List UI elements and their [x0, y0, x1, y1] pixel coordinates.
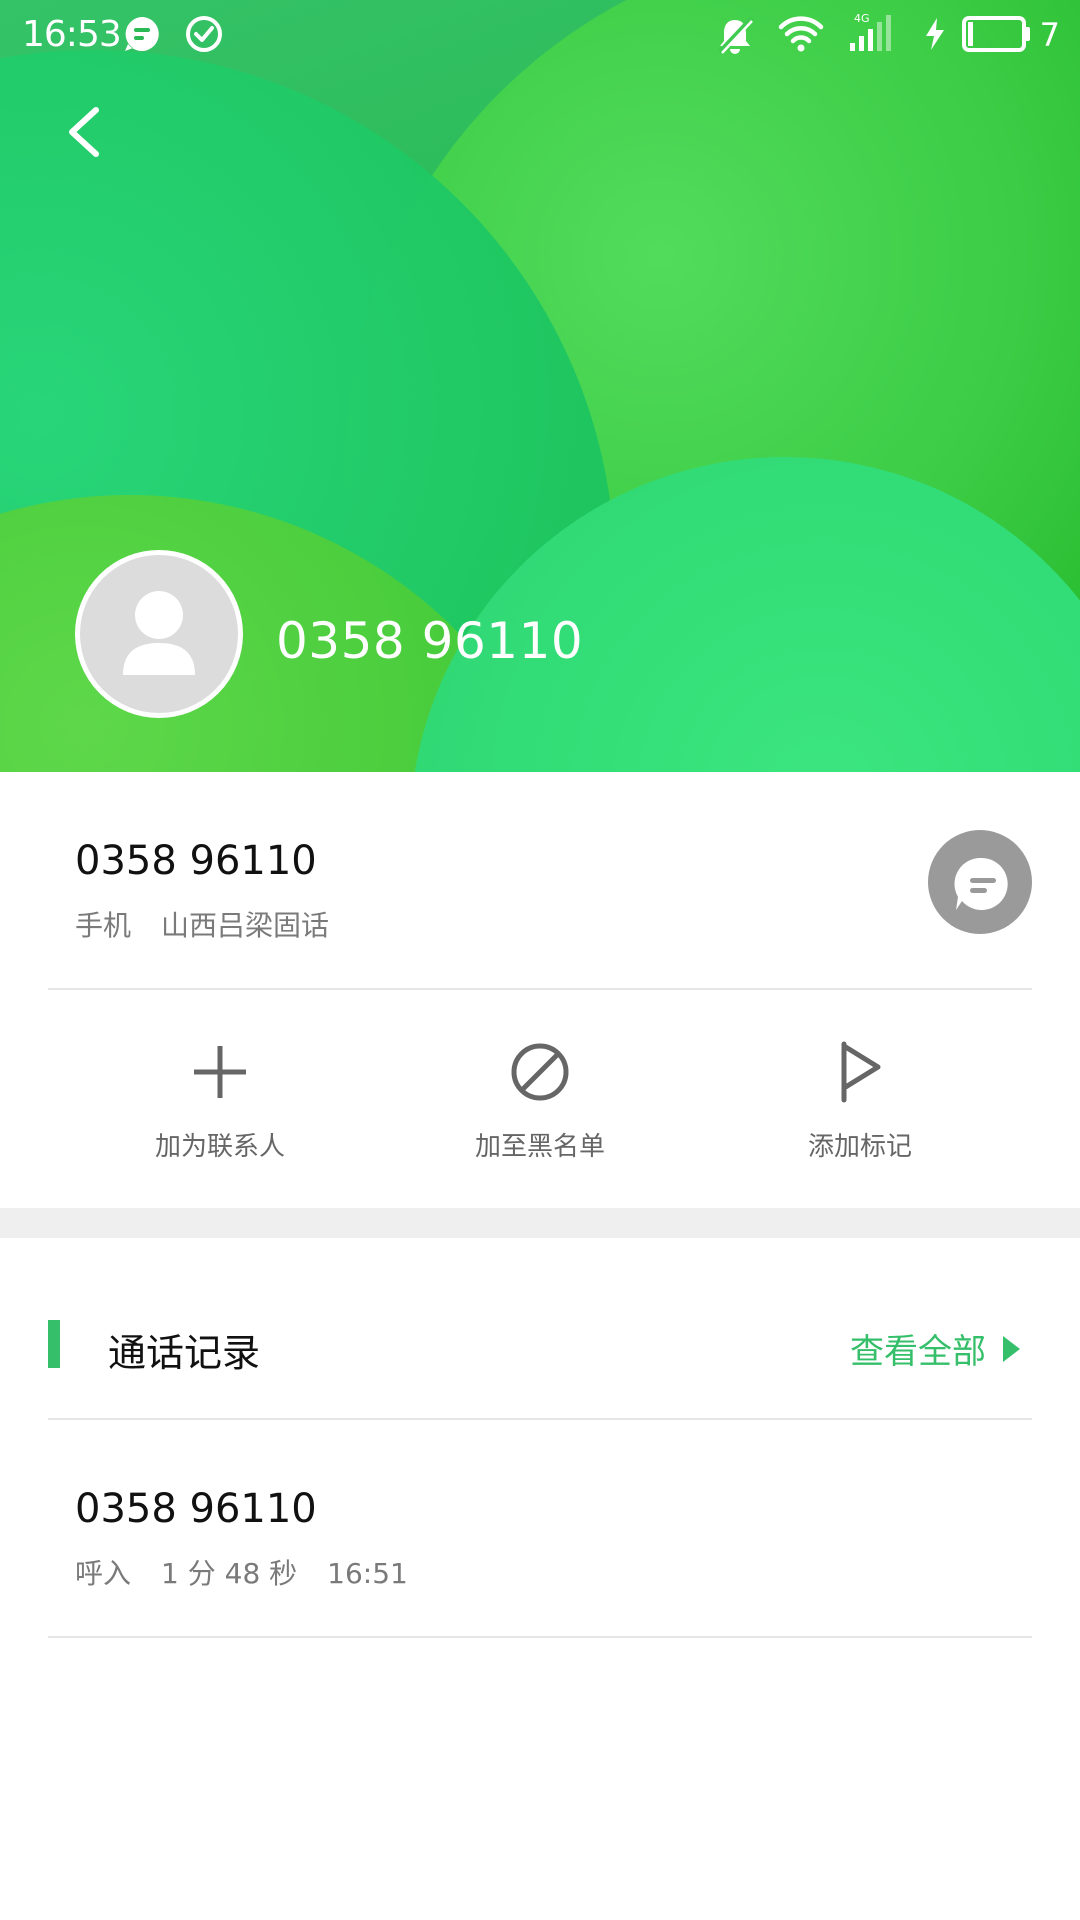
- view-all-link[interactable]: 查看全部: [850, 1324, 1022, 1373]
- check-circle-icon: [184, 14, 224, 58]
- status-bar: 16:53 4G 7: [0, 0, 1080, 72]
- contact-number-title: 0358 96110: [276, 612, 584, 670]
- call-duration: 1 分 48 秒: [161, 1557, 298, 1590]
- charging-icon: [922, 16, 948, 56]
- contact-header: 16:53 4G 7 0358 96110: [0, 0, 1080, 772]
- triangle-right-icon: [1003, 1335, 1020, 1362]
- chevron-left-icon: [69, 107, 99, 157]
- divider: [48, 988, 1032, 990]
- flag-icon: [841, 1041, 881, 1103]
- number-details: 手机 山西吕梁固话: [75, 904, 329, 944]
- message-notification-icon: [122, 14, 162, 58]
- plus-icon: [194, 1046, 246, 1098]
- network-type-label: 4G: [854, 12, 870, 25]
- number-type: 手机: [75, 909, 132, 942]
- message-icon: [954, 857, 1008, 910]
- add-contact-label: 加为联系人: [154, 1132, 285, 1162]
- call-direction: 呼入: [75, 1557, 132, 1590]
- call-time: 16:51: [327, 1557, 408, 1590]
- send-message-button[interactable]: [928, 830, 1032, 934]
- block-icon: [511, 1043, 569, 1101]
- phone-number[interactable]: 0358 96110: [75, 838, 317, 884]
- back-button[interactable]: [56, 100, 116, 164]
- divider: [48, 1636, 1032, 1638]
- call-log-number[interactable]: 0358 96110: [75, 1486, 317, 1532]
- section-accent-bar: [48, 1320, 60, 1368]
- section-separator: [0, 1208, 1080, 1238]
- person-icon: [123, 591, 195, 675]
- avatar: [75, 550, 243, 718]
- battery-level: 7: [1039, 16, 1060, 54]
- add-to-blacklist-label: 加至黑名单: [474, 1132, 605, 1162]
- cellular-signal-icon: 4G: [848, 12, 906, 58]
- wifi-icon: [778, 14, 824, 58]
- view-all-label: 查看全部: [850, 1332, 986, 1372]
- divider: [48, 1418, 1032, 1420]
- number-location: 山西吕梁固话: [161, 909, 330, 942]
- status-time: 16:53: [22, 14, 122, 55]
- add-tag-label: 添加标记: [807, 1132, 912, 1162]
- add-to-blacklist-button[interactable]: 加至黑名单: [420, 1040, 660, 1163]
- add-contact-button[interactable]: 加为联系人: [100, 1040, 340, 1163]
- call-log-title: 通话记录: [108, 1331, 261, 1375]
- silent-bell-icon: [714, 14, 756, 60]
- add-tag-button[interactable]: 添加标记: [740, 1040, 980, 1163]
- call-log-details: 呼入 1 分 48 秒 16:51: [75, 1552, 408, 1592]
- battery-icon: [962, 14, 1032, 58]
